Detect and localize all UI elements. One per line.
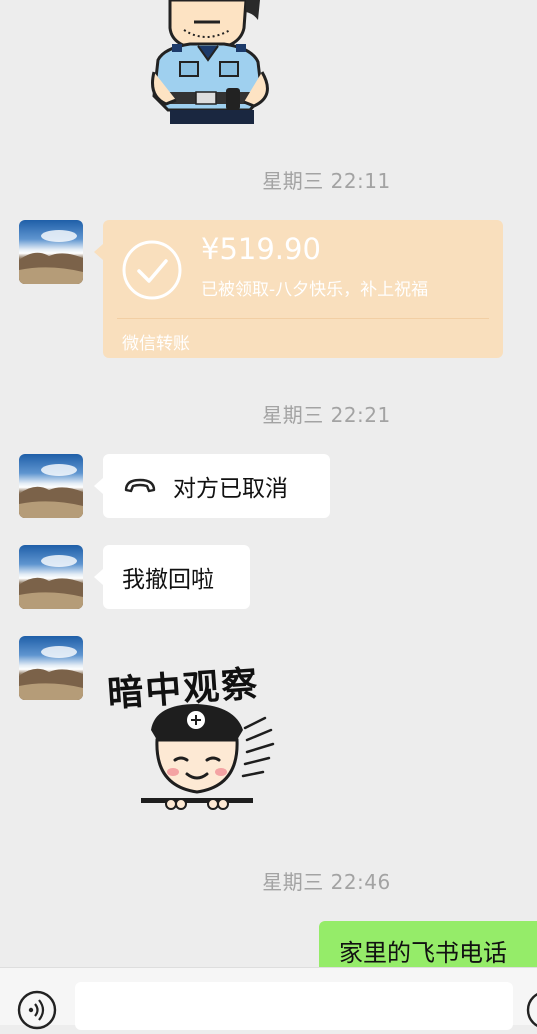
input-bar <box>0 967 537 1030</box>
police-peek-drawing <box>141 704 275 810</box>
contact-avatar[interactable] <box>19 220 83 284</box>
sticker-watching[interactable]: 暗中观察 <box>105 660 290 815</box>
timestamp-3: 星期三 22:46 <box>262 870 391 894</box>
phone-icon <box>123 476 157 496</box>
message-input[interactable] <box>75 982 513 1030</box>
transfer-divider <box>117 318 489 319</box>
contact-avatar[interactable] <box>19 636 83 700</box>
police-sticker-drawing <box>151 0 269 124</box>
message-bubble[interactable]: 我撤回啦 <box>94 545 250 609</box>
check-circle-icon <box>122 240 182 300</box>
voice-icon[interactable] <box>17 990 57 1030</box>
transfer-card[interactable]: ¥519.90 已被领取-八夕快乐，补上祝福 微信转账 <box>94 220 503 358</box>
call-status-bubble[interactable]: 对方已取消 <box>94 454 330 518</box>
call-status-text: 对方已取消 <box>173 476 288 502</box>
police-sticker-top[interactable] <box>150 0 280 125</box>
transfer-amount: ¥519.90 <box>201 232 321 266</box>
contact-avatar[interactable] <box>19 545 83 609</box>
timestamp-2: 星期三 22:21 <box>262 403 391 427</box>
message-text: 我撤回啦 <box>122 567 214 593</box>
transfer-footer: 微信转账 <box>122 334 190 354</box>
emoji-icon[interactable] <box>526 990 537 1030</box>
timestamp-1: 星期三 22:11 <box>262 169 391 193</box>
sent-message-text: 家里的飞书电话 <box>339 939 507 967</box>
contact-avatar[interactable] <box>19 454 83 518</box>
transfer-note: 已被领取-八夕快乐，补上祝福 <box>201 280 429 300</box>
